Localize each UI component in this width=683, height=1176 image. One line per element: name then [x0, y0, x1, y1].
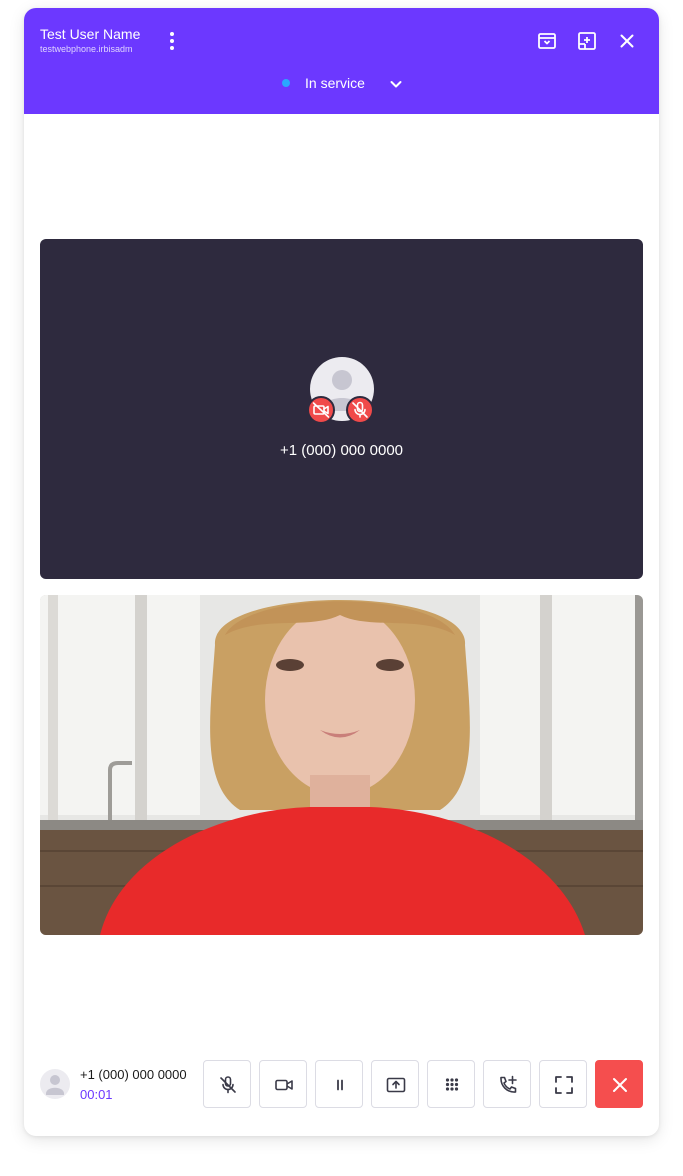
close-icon: [613, 1078, 627, 1092]
mute-microphone-button[interactable]: [203, 1060, 251, 1108]
dialpad-button[interactable]: [427, 1060, 475, 1108]
hold-button[interactable]: [315, 1060, 363, 1108]
more-menu-button[interactable]: [162, 30, 182, 52]
close-window-button[interactable]: [615, 29, 639, 53]
pause-icon: [337, 1079, 343, 1091]
video-button[interactable]: [259, 1060, 307, 1108]
add-window-icon: [578, 32, 596, 50]
mic-off-badge: [346, 396, 374, 424]
phone-add-icon: [500, 1075, 517, 1093]
minimize-button[interactable]: [535, 29, 559, 53]
chevron-down-icon: [390, 81, 402, 88]
camera-off-badge: [307, 396, 335, 424]
call-timer: 00:01: [80, 1087, 113, 1102]
video-off-icon: [312, 402, 330, 418]
close-icon: [620, 34, 634, 48]
keypad-icon: [445, 1078, 459, 1091]
local-video-tile: [40, 595, 643, 935]
share-screen-button[interactable]: [371, 1060, 419, 1108]
user-account: testwebphone.irbisadm: [40, 44, 133, 54]
fullscreen-button[interactable]: [539, 1060, 587, 1108]
remote-phone-number: +1 (000) 000 0000: [279, 442, 404, 459]
hang-up-button[interactable]: [595, 1060, 643, 1108]
mic-off-icon: [220, 1076, 236, 1094]
webphone-window: Test User Name testwebphone.irbisadm In …: [24, 8, 659, 1136]
screen-share-icon: [386, 1077, 406, 1093]
remote-participant-tile: +1 (000) 000 0000: [40, 239, 643, 579]
fullscreen-icon: [555, 1076, 573, 1094]
archive-icon: [538, 33, 556, 49]
add-call-button[interactable]: [483, 1060, 531, 1108]
local-camera-feed: [40, 595, 643, 935]
video-camera-icon: [275, 1079, 293, 1091]
header-bar: Test User Name testwebphone.irbisadm In …: [24, 8, 659, 114]
status-label: In service: [305, 75, 365, 91]
mic-off-icon: [352, 401, 368, 418]
user-name: Test User Name: [40, 26, 141, 42]
more-vertical-icon: [170, 32, 174, 50]
caller-avatar-icon: [40, 1069, 70, 1099]
call-phone-number: +1 (000) 000 0000: [80, 1067, 187, 1082]
new-window-button[interactable]: [575, 29, 599, 53]
status-indicator-dot: [282, 79, 290, 87]
